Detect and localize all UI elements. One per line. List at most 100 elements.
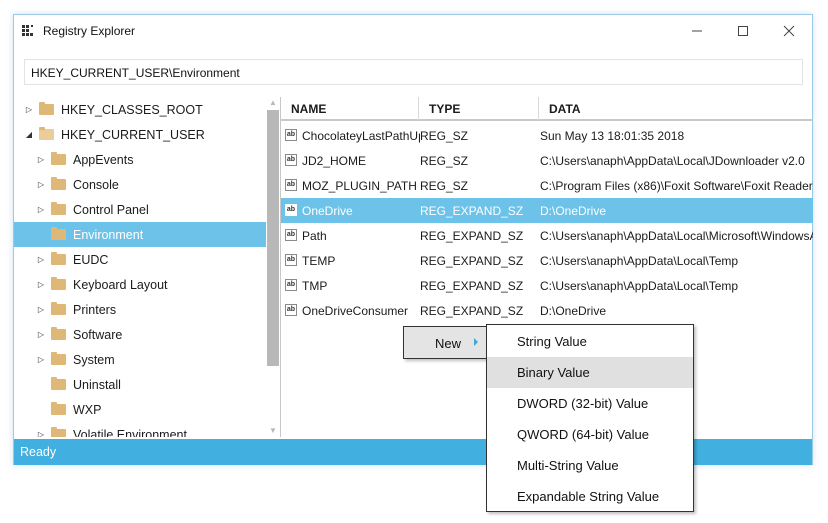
tree-item-label: Uninstall: [73, 377, 121, 392]
tree-item[interactable]: ▷ AppEvents: [14, 147, 266, 172]
submenu-item[interactable]: DWORD (32-bit) Value: [487, 388, 693, 419]
cell-type: REG_SZ: [420, 129, 469, 143]
expand-arrow-icon[interactable]: ▷: [24, 105, 34, 115]
submenu-item[interactable]: Expandable String Value: [487, 481, 693, 512]
folder-icon: [39, 102, 54, 115]
tree-scrollbar[interactable]: ▲ ▼: [266, 97, 280, 437]
tree-item[interactable]: ▷ System: [14, 347, 266, 372]
address-bar[interactable]: HKEY_CURRENT_USER\Environment: [24, 59, 803, 85]
table-row[interactable]: ab TMP REG_EXPAND_SZ C:\Users\anaph\AppData…: [281, 273, 813, 298]
minimize-icon: [692, 30, 702, 32]
folder-icon: [51, 202, 66, 215]
tree-item-label: Control Panel: [73, 202, 149, 217]
context-menu: New: [403, 326, 487, 359]
expand-arrow-icon[interactable]: ▷: [36, 330, 46, 340]
expand-arrow-icon[interactable]: ▷: [36, 355, 46, 365]
cell-type: REG_EXPAND_SZ: [420, 304, 524, 318]
window-title: Registry Explorer: [43, 24, 136, 38]
tree-item[interactable]: ▷ Console: [14, 172, 266, 197]
tree-item[interactable]: WXP: [14, 397, 266, 422]
expand-arrow-icon[interactable]: ▷: [36, 180, 46, 190]
folder-icon: [51, 327, 66, 340]
column-header-type[interactable]: TYPE: [429, 102, 460, 116]
scroll-down-icon[interactable]: ▼: [266, 425, 280, 437]
tree-item[interactable]: ▷ Keyboard Layout: [14, 272, 266, 297]
table-row[interactable]: ab ChocolateyLastPathUpdateREG_SZ Sun May …: [281, 123, 813, 148]
submenu-item[interactable]: Binary Value: [487, 357, 693, 388]
string-value-icon: ab: [285, 129, 297, 141]
string-value-icon: ab: [285, 279, 297, 291]
menu-item-new[interactable]: New: [435, 336, 461, 351]
cell-name: MOZ_PLUGIN_PATH: [302, 179, 417, 193]
cell-data: C:\Users\anaph\AppData\Local\Microsoft\W…: [540, 229, 813, 243]
expand-arrow-icon[interactable]: ▷: [36, 205, 46, 215]
tree-item[interactable]: ▷ HKEY_CLASSES_ROOT: [14, 97, 266, 122]
column-separator[interactable]: [538, 97, 539, 120]
column-header-data[interactable]: DATA: [549, 102, 581, 116]
tree-item[interactable]: Uninstall: [14, 372, 266, 397]
minimize-button[interactable]: [674, 15, 720, 47]
tree-item[interactable]: Environment: [14, 222, 266, 247]
column-header-name[interactable]: NAME: [291, 102, 326, 116]
cell-type: REG_EXPAND_SZ: [420, 229, 524, 243]
submenu-item[interactable]: String Value: [487, 326, 693, 357]
expand-arrow-icon[interactable]: ▷: [36, 255, 46, 265]
table-row[interactable]: ab OneDriveConsumer REG_EXPAND_SZ D:\OneDri…: [281, 298, 813, 323]
tree-item-label: Volatile Environment: [73, 427, 187, 438]
tree-item[interactable]: ▷ Control Panel: [14, 197, 266, 222]
folder-icon: [51, 252, 66, 265]
cell-data: C:\Program Files (x86)\Foxit Software\Fo…: [540, 179, 813, 193]
collapse-arrow-icon[interactable]: ◢: [24, 130, 34, 140]
scroll-up-icon[interactable]: ▲: [266, 97, 280, 109]
cell-data: D:\OneDrive: [540, 304, 607, 318]
registry-tree[interactable]: ▷ HKEY_CLASSES_ROOT ◢ HKEY_CURRENT_USER ▷ App…: [14, 97, 266, 437]
folder-icon: [51, 277, 66, 290]
open-folder-icon: [39, 127, 54, 140]
maximize-button[interactable]: [720, 15, 766, 47]
cell-name: OneDriveConsumer: [302, 304, 409, 318]
folder-icon: [51, 402, 66, 415]
tree-item[interactable]: ▷ Printers: [14, 297, 266, 322]
cell-name: TEMP: [302, 254, 336, 268]
app-icon: [22, 25, 34, 36]
table-row[interactable]: ab JD2_HOME REG_SZ C:\Users\anaph\AppData\L…: [281, 148, 813, 173]
submenu-item[interactable]: Multi-String Value: [487, 450, 693, 481]
tree-item-label: Printers: [73, 302, 117, 317]
cell-type: REG_EXPAND_SZ: [420, 279, 524, 293]
expand-arrow-icon[interactable]: ▷: [36, 305, 46, 315]
column-separator[interactable]: [418, 97, 419, 120]
cell-data: C:\Users\anaph\AppData\Local\Temp: [540, 254, 739, 268]
cell-name: OneDrive: [302, 204, 353, 218]
tree-item[interactable]: ◢ HKEY_CURRENT_USER: [14, 122, 266, 147]
cell-name: TMP: [302, 279, 328, 293]
expand-arrow-icon[interactable]: ▷: [36, 155, 46, 165]
string-value-icon: ab: [285, 254, 297, 266]
table-row[interactable]: ab MOZ_PLUGIN_PATH REG_SZ C:\Program Files …: [281, 173, 813, 198]
tree-item-label: Software: [73, 327, 123, 342]
submenu-item[interactable]: QWORD (64-bit) Value: [487, 419, 693, 450]
submenu-arrow-icon: [474, 338, 478, 346]
cell-data: Sun May 13 18:01:35 2018: [540, 129, 685, 143]
maximize-icon: [738, 26, 748, 36]
tree-item-label: WXP: [73, 402, 102, 417]
folder-icon: [51, 302, 66, 315]
scrollbar-thumb[interactable]: [267, 110, 279, 366]
cell-type: REG_EXPAND_SZ: [420, 254, 524, 268]
table-row[interactable]: ab Path REG_EXPAND_SZ C:\Users\anaph\AppDat…: [281, 223, 813, 248]
tree-item[interactable]: ▷ EUDC: [14, 247, 266, 272]
expand-arrow-icon[interactable]: ▷: [36, 430, 46, 437]
cell-type: REG_EXPAND_SZ: [420, 204, 524, 218]
close-button[interactable]: [766, 15, 812, 47]
title-bar[interactable]: Registry Explorer: [14, 15, 812, 47]
close-icon: [783, 25, 795, 37]
tree-item-label: HKEY_CLASSES_ROOT: [61, 102, 203, 117]
cell-name: JD2_HOME: [302, 154, 367, 168]
tree-item[interactable]: ▷ Volatile Environment: [14, 422, 266, 437]
table-row[interactable]: ab OneDrive REG_EXPAND_SZ D:\OneDrive: [281, 198, 813, 223]
expand-arrow-icon[interactable]: ▷: [36, 280, 46, 290]
tree-item-label: AppEvents: [73, 152, 134, 167]
table-row[interactable]: ab TEMP REG_EXPAND_SZ C:\Users\anaph\AppDat…: [281, 248, 813, 273]
tree-item[interactable]: ▷ Software: [14, 322, 266, 347]
